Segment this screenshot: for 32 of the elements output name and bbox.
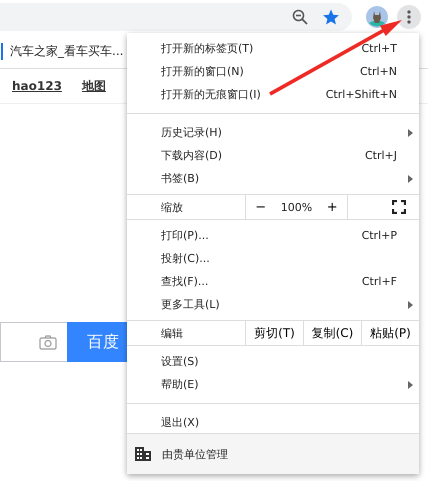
star-icon[interactable] [322,8,340,26]
menu-item[interactable]: 帮助(E) [127,373,419,396]
avatar-icon[interactable] [366,6,388,28]
edit-action-button[interactable]: 复制(C) [303,321,361,345]
zoom-out-button[interactable]: − [251,200,270,214]
edit-action-button[interactable]: 粘贴(P) [361,321,419,345]
nav-link[interactable]: 地图 [82,78,106,94]
menu-item[interactable]: 投射(C)... [127,247,419,270]
fullscreen-icon[interactable] [392,200,406,214]
menu-item[interactable]: 打开新的标签页(T) Ctrl+T [127,37,419,60]
camera-icon[interactable] [39,334,57,350]
menu-item[interactable]: 打开新的窗口(N) Ctrl+N [127,60,419,83]
menu-item[interactable]: 历史记录(H) [127,121,419,144]
zoom-label: 缩放 [160,200,184,216]
bookmark-link[interactable]: 汽车之家_看车买车... [1,42,124,60]
zoom-value: 100% [280,200,312,214]
menu-item[interactable]: 打开新的无痕窗口(I) Ctrl+Shift+N [127,83,419,106]
menu-button[interactable] [397,5,421,29]
menu-item[interactable]: 书签(B) [127,167,419,190]
zoom-in-button[interactable]: + [322,200,342,214]
menu-item[interactable]: 更多工具(L) [127,293,419,316]
more-icon[interactable] [407,10,411,24]
edit-action-button[interactable]: 剪切(T) [245,321,303,345]
menu-item[interactable]: 查找(F)... Ctrl+F [127,270,419,293]
zoom-out-icon[interactable] [292,9,308,25]
managed-by-org-text[interactable]: 由贵单位管理 [162,446,228,462]
menu-item[interactable]: 退出(X) [127,411,419,434]
edit-label: 编辑 [160,326,184,342]
building-icon [135,447,151,461]
menu-item[interactable]: 打印(P)... Ctrl+P [127,224,419,247]
nav-link[interactable]: hao123 [12,79,62,93]
menu-item[interactable]: 下载内容(D) Ctrl+J [127,144,419,167]
